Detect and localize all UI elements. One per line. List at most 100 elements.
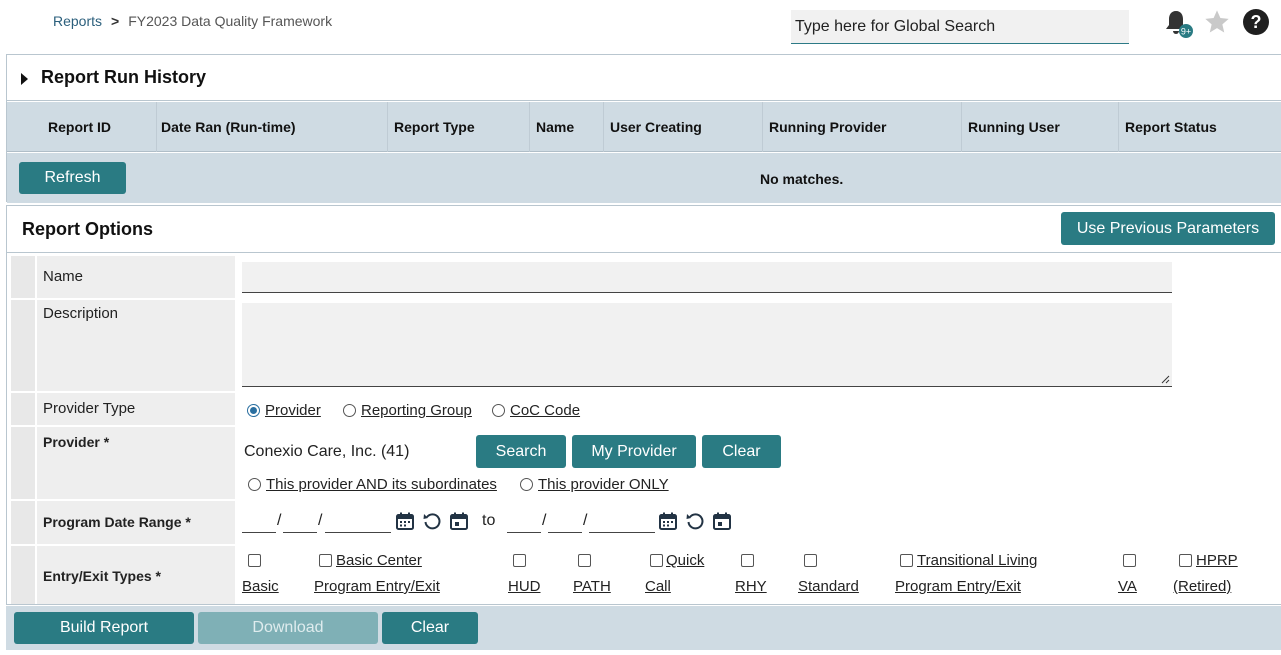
breadcrumb-current: FY2023 Data Quality Framework <box>128 13 333 29</box>
radio-coc-code[interactable]: CoC Code <box>492 402 580 419</box>
radio-reporting-group-button[interactable] <box>343 404 356 417</box>
date-slash: / <box>277 512 282 529</box>
provider-type-label: Provider Type <box>37 393 235 425</box>
radio-reporting-group[interactable]: Reporting Group <box>343 402 472 419</box>
start-today-icon[interactable] <box>449 511 469 531</box>
start-month-input[interactable] <box>242 501 276 533</box>
report-actions-bar: Build Report Download Clear <box>6 606 1281 650</box>
checkbox-hprp-label-1[interactable]: HPRP <box>1196 552 1238 569</box>
end-day-input[interactable] <box>548 501 582 533</box>
radio-provider-button[interactable] <box>247 404 260 417</box>
start-year-input[interactable] <box>325 501 391 533</box>
checkbox-basic-label[interactable]: Basic <box>242 578 279 595</box>
notifications-bell-icon[interactable]: 9+ <box>1164 8 1194 38</box>
radio-provider-only-label[interactable]: This provider ONLY <box>538 476 669 493</box>
breadcrumb-reports-link[interactable]: Reports <box>53 13 102 29</box>
report-run-history-title: Report Run History <box>41 67 207 87</box>
breadcrumb: Reports > FY2023 Data Quality Framework <box>53 13 332 29</box>
radio-provider-only-button[interactable] <box>520 478 533 491</box>
checkbox-va[interactable] <box>1123 554 1136 567</box>
description-textarea[interactable] <box>242 303 1172 387</box>
radio-reporting-group-label[interactable]: Reporting Group <box>361 402 472 419</box>
date-slash: / <box>542 512 547 529</box>
start-calendar-icon[interactable] <box>395 511 415 531</box>
col-date-ran[interactable]: Date Ran (Run-time) <box>157 102 388 152</box>
row-marker <box>11 256 35 298</box>
radio-coc-code-button[interactable] <box>492 404 505 417</box>
refresh-button[interactable]: Refresh <box>19 162 126 194</box>
checkbox-quick-call[interactable] <box>650 554 663 567</box>
history-table-footer <box>7 153 1281 203</box>
radio-coc-code-label[interactable]: CoC Code <box>510 402 580 419</box>
row-marker <box>11 546 35 604</box>
checkbox-basic-center[interactable] <box>319 554 332 567</box>
checkbox-quick-call-label-2[interactable]: Call <box>645 578 671 595</box>
row-marker <box>11 427 35 499</box>
radio-provider[interactable]: Provider <box>247 402 321 419</box>
col-running-provider[interactable]: Running Provider <box>763 102 962 152</box>
expand-caret-icon[interactable] <box>21 72 28 85</box>
checkbox-rhy-label[interactable]: RHY <box>735 578 767 595</box>
provider-label: Provider * <box>37 427 235 499</box>
checkbox-hud[interactable] <box>513 554 526 567</box>
start-day-input[interactable] <box>283 501 317 533</box>
checkbox-path-label[interactable]: PATH <box>573 578 611 595</box>
checkbox-va-label[interactable]: VA <box>1118 578 1137 595</box>
radio-provider-label[interactable]: Provider <box>265 402 321 419</box>
radio-provider-only[interactable]: This provider ONLY <box>520 476 669 493</box>
provider-clear-button[interactable]: Clear <box>702 435 781 468</box>
checkbox-standard[interactable] <box>804 554 817 567</box>
report-run-history-header[interactable]: Report Run History <box>7 55 1281 101</box>
col-name[interactable]: Name <box>530 102 604 152</box>
report-run-history-panel: Report Run History Report ID Date Ran (R… <box>6 54 1281 203</box>
checkbox-basic[interactable] <box>248 554 261 567</box>
my-provider-button[interactable]: My Provider <box>572 435 696 468</box>
global-search-input[interactable]: Type here for Global Search <box>791 10 1129 44</box>
checkbox-basic-center-label-2[interactable]: Program Entry/Exit <box>314 578 440 595</box>
checkbox-hprp[interactable] <box>1179 554 1192 567</box>
resize-handle-icon[interactable] <box>1161 375 1170 384</box>
radio-provider-and-subordinates[interactable]: This provider AND its subordinates <box>248 476 497 493</box>
name-label: Name <box>37 256 235 298</box>
date-range-to: to <box>482 512 496 529</box>
panel-divider <box>7 252 1281 253</box>
checkbox-quick-call-label-1[interactable]: Quick <box>666 552 704 569</box>
row-marker <box>11 393 35 425</box>
end-year-input[interactable] <box>589 501 655 533</box>
breadcrumb-separator: > <box>111 13 120 29</box>
end-month-input[interactable] <box>507 501 541 533</box>
start-reset-icon[interactable] <box>422 511 442 531</box>
use-previous-parameters-button[interactable]: Use Previous Parameters <box>1061 212 1275 245</box>
checkbox-transitional-living[interactable] <box>900 554 913 567</box>
col-running-user[interactable]: Running User <box>962 102 1119 152</box>
checkbox-basic-center-label-1[interactable]: Basic Center <box>336 552 422 569</box>
name-input-cell <box>237 256 1275 298</box>
download-button[interactable]: Download <box>198 612 378 644</box>
checkbox-hud-label[interactable]: HUD <box>508 578 541 595</box>
radio-subordinates-label[interactable]: This provider AND its subordinates <box>266 476 497 493</box>
provider-type-cell: Provider Reporting Group CoC Code <box>237 393 1275 425</box>
checkbox-hprp-label-2[interactable]: (Retired) <box>1173 578 1231 595</box>
checkbox-standard-label[interactable]: Standard <box>798 578 859 595</box>
svg-text:?: ? <box>1251 12 1262 32</box>
col-user-creating[interactable]: User Creating <box>604 102 763 152</box>
end-reset-icon[interactable] <box>685 511 705 531</box>
notification-badge: 9+ <box>1181 27 1191 37</box>
favorite-star-icon[interactable] <box>1203 8 1231 36</box>
end-today-icon[interactable] <box>712 511 732 531</box>
build-report-button[interactable]: Build Report <box>14 612 194 644</box>
radio-subordinates-button[interactable] <box>248 478 261 491</box>
end-calendar-icon[interactable] <box>658 511 678 531</box>
col-report-status[interactable]: Report Status <box>1119 102 1281 152</box>
checkbox-transitional-living-label-2[interactable]: Program Entry/Exit <box>895 578 1021 595</box>
name-input[interactable] <box>242 262 1172 293</box>
checkbox-rhy[interactable] <box>741 554 754 567</box>
col-report-id[interactable]: Report ID <box>7 102 157 152</box>
col-report-type[interactable]: Report Type <box>388 102 530 152</box>
checkbox-path[interactable] <box>578 554 591 567</box>
actions-clear-button[interactable]: Clear <box>382 612 478 644</box>
entry-exit-types-label: Entry/Exit Types * <box>37 546 235 604</box>
checkbox-transitional-living-label-1[interactable]: Transitional Living <box>917 552 1037 569</box>
help-icon[interactable]: ? <box>1242 8 1270 36</box>
provider-search-button[interactable]: Search <box>476 435 566 468</box>
